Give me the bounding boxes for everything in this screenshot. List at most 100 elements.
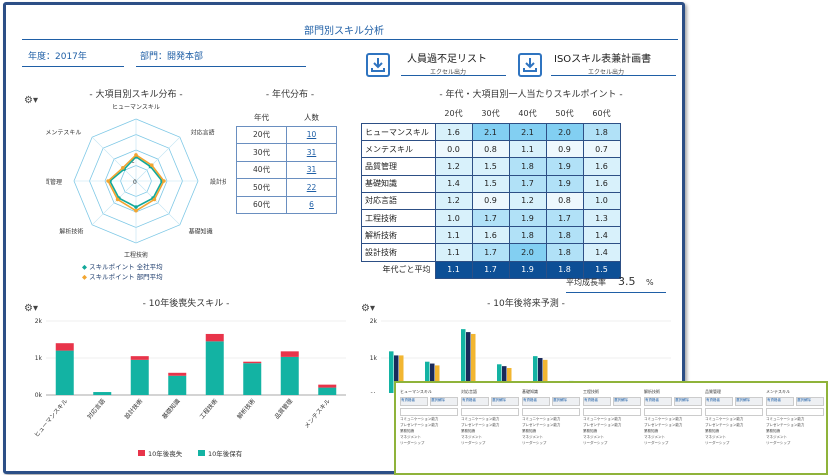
overlay-search-input[interactable] (705, 408, 763, 416)
download-shortage-button[interactable] (366, 53, 390, 77)
overlay-item[interactable]: リーダーシップ (705, 440, 763, 446)
x-tick: メンテスキル (303, 398, 332, 430)
age-cell: 20代 (236, 125, 287, 144)
skill-cell: 1.7 (471, 243, 510, 262)
overlay-clear-button[interactable]: 選択解除 (552, 397, 580, 406)
growth-value: 3.5 (618, 275, 636, 288)
overlay-search-input[interactable] (522, 408, 580, 416)
overlay-qualified-button[interactable]: 有資格者 (583, 397, 611, 406)
y-tick: 2k (35, 318, 43, 325)
overlay-clear-button[interactable]: 選択解除 (735, 397, 763, 406)
overlay-item[interactable]: リーダーシップ (461, 440, 519, 446)
avg-label: 年代ごと平均 (382, 265, 431, 275)
skill-filter-overlay: ヒューマンスキル 有資格者 選択解除 コミュニケーション能力 プレゼンテーション能力 業務… (394, 381, 828, 475)
year-underline (22, 66, 124, 67)
legend-company-marker: ◆ (82, 263, 87, 271)
overlay-item[interactable]: リーダーシップ (400, 440, 458, 446)
overlay-qualified-button[interactable]: 有資格者 (644, 397, 672, 406)
download-icon (523, 58, 537, 72)
bar-loss (280, 351, 299, 357)
overlay-buttons: 有資格者 選択解除 (400, 395, 458, 406)
overlay-item[interactable]: リーダーシップ (644, 440, 702, 446)
x-tick: 工程技術 (198, 397, 220, 421)
skill-cell: 1.5 (471, 157, 510, 176)
count-link[interactable]: 6 (286, 195, 337, 214)
skill-cell: 1.8 (545, 226, 584, 245)
skill-cell: 0.7 (582, 140, 621, 159)
skill-row-label: 対応言語 (361, 191, 436, 210)
overlay-item[interactable]: リーダーシップ (583, 440, 641, 446)
skill-row-label: 品質管理 (361, 157, 436, 176)
radar-point (134, 205, 138, 209)
skill-row-label: 設計技術 (361, 243, 436, 262)
overlay-buttons: 有資格者 選択解除 (766, 395, 824, 406)
y-tick: 1k (370, 355, 378, 362)
loss-chart: 0k 1k 2k ヒューマンスキル 対応言語 設計技術 基礎知識 工程技術 解析技術 品質管理 メン… (33, 318, 346, 458)
skill-table-wrap: 20代 30代 40代 50代 60代 ヒューマンスキル 1.6 2.1 2.1 2.0… (361, 103, 621, 279)
skill-cell: 1.2 (434, 191, 473, 210)
overlay-clear-button[interactable]: 選択解除 (674, 397, 702, 406)
radar-axis-label: 基礎知識 (189, 228, 213, 236)
overlay-buttons: 有資格者 選択解除 (644, 395, 702, 406)
overlay-qualified-button[interactable]: 有資格者 (705, 397, 733, 406)
overlay-clear-button[interactable]: 選択解除 (491, 397, 519, 406)
legend-loss-label: 10年後喪失 (148, 449, 183, 458)
download-iso-underline (551, 75, 676, 76)
overlay-qualified-button[interactable]: 有資格者 (461, 397, 489, 406)
growth-unit: % (646, 278, 654, 287)
count-header: 人数 (304, 112, 319, 122)
col-header: 20代 (444, 108, 463, 118)
overlay-clear-button[interactable]: 選択解除 (430, 397, 458, 406)
skill-cell: 1.5 (471, 174, 510, 193)
skill-cell: 0.8 (471, 140, 510, 159)
overlay-column: 工程技術 有資格者 選択解除 コミュニケーション能力 プレゼンテーション能力 業務知識 マネ… (583, 389, 641, 446)
table-row: ヒューマンスキル 1.6 2.1 2.1 2.0 1.8 (361, 122, 621, 142)
download-iso-button[interactable] (518, 53, 542, 77)
count-link[interactable]: 22 (286, 178, 337, 197)
overlay-search-input[interactable] (400, 408, 458, 416)
x-tick: 品質管理 (273, 397, 295, 421)
radar-settings-gear-icon[interactable]: ⚙▾ (24, 95, 38, 106)
avg-cell: 1.1 (434, 260, 473, 279)
overlay-item[interactable]: リーダーシップ (766, 440, 824, 446)
count-link[interactable]: 31 (286, 160, 337, 179)
skill-cell: 1.2 (434, 157, 473, 176)
age-dist-title: - 年代分布 - (265, 90, 315, 100)
skill-cell: 1.4 (434, 174, 473, 193)
table-row: 50代 22 (236, 178, 337, 197)
skill-cell: 1.1 (434, 243, 473, 262)
download-shortage-title[interactable]: 人員過不足リスト (407, 50, 487, 65)
count-link[interactable]: 31 (286, 143, 337, 162)
overlay-item[interactable]: リーダーシップ (522, 440, 580, 446)
skill-cell: 1.8 (508, 226, 547, 245)
count-link[interactable]: 10 (286, 125, 337, 144)
skill-cell: 1.2 (508, 191, 547, 210)
x-tick: 基礎知識 (160, 397, 182, 421)
radar-point (115, 197, 120, 202)
overlay-qualified-button[interactable]: 有資格者 (522, 397, 550, 406)
col-header: 50代 (555, 108, 574, 118)
overlay-search-input[interactable] (461, 408, 519, 416)
overlay-search-input[interactable] (766, 408, 824, 416)
overlay-clear-button[interactable]: 選択解除 (796, 397, 824, 406)
x-tick: 設計技術 (123, 397, 145, 421)
overlay-column: 基礎知識 有資格者 選択解除 コミュニケーション能力 プレゼンテーション能力 業務知識 マネ… (522, 389, 580, 446)
x-tick: 解析技術 (235, 397, 257, 421)
year-filter[interactable]: 年度：2017年 (28, 49, 87, 62)
legend-dept: ◆ スキルポイント 部門平均 (82, 271, 163, 281)
skill-cell: 1.7 (471, 208, 510, 228)
table-row: 対応言語 1.2 0.9 1.2 0.8 1.0 (361, 191, 621, 210)
y-tick: 0k (370, 392, 378, 393)
overlay-search-input[interactable] (644, 408, 702, 416)
x-tick: ヒューマンスキル (33, 398, 69, 439)
skill-cell: 2.0 (508, 243, 547, 262)
overlay-clear-button[interactable]: 選択解除 (613, 397, 641, 406)
overlay-qualified-button[interactable]: 有資格者 (400, 397, 428, 406)
bar-keep (168, 375, 187, 395)
overlay-qualified-button[interactable]: 有資格者 (766, 397, 794, 406)
dept-filter[interactable]: 部門：開発本部 (140, 49, 203, 62)
radar-scale-label: 0 (133, 179, 137, 186)
overlay-search-input[interactable] (583, 408, 641, 416)
age-dist-table-wrap: 年代 人数 20代 10 30代 31 40代 31 50代 22 60代 6 (236, 109, 337, 214)
download-iso-title[interactable]: ISOスキル表兼計画書 (554, 50, 651, 65)
